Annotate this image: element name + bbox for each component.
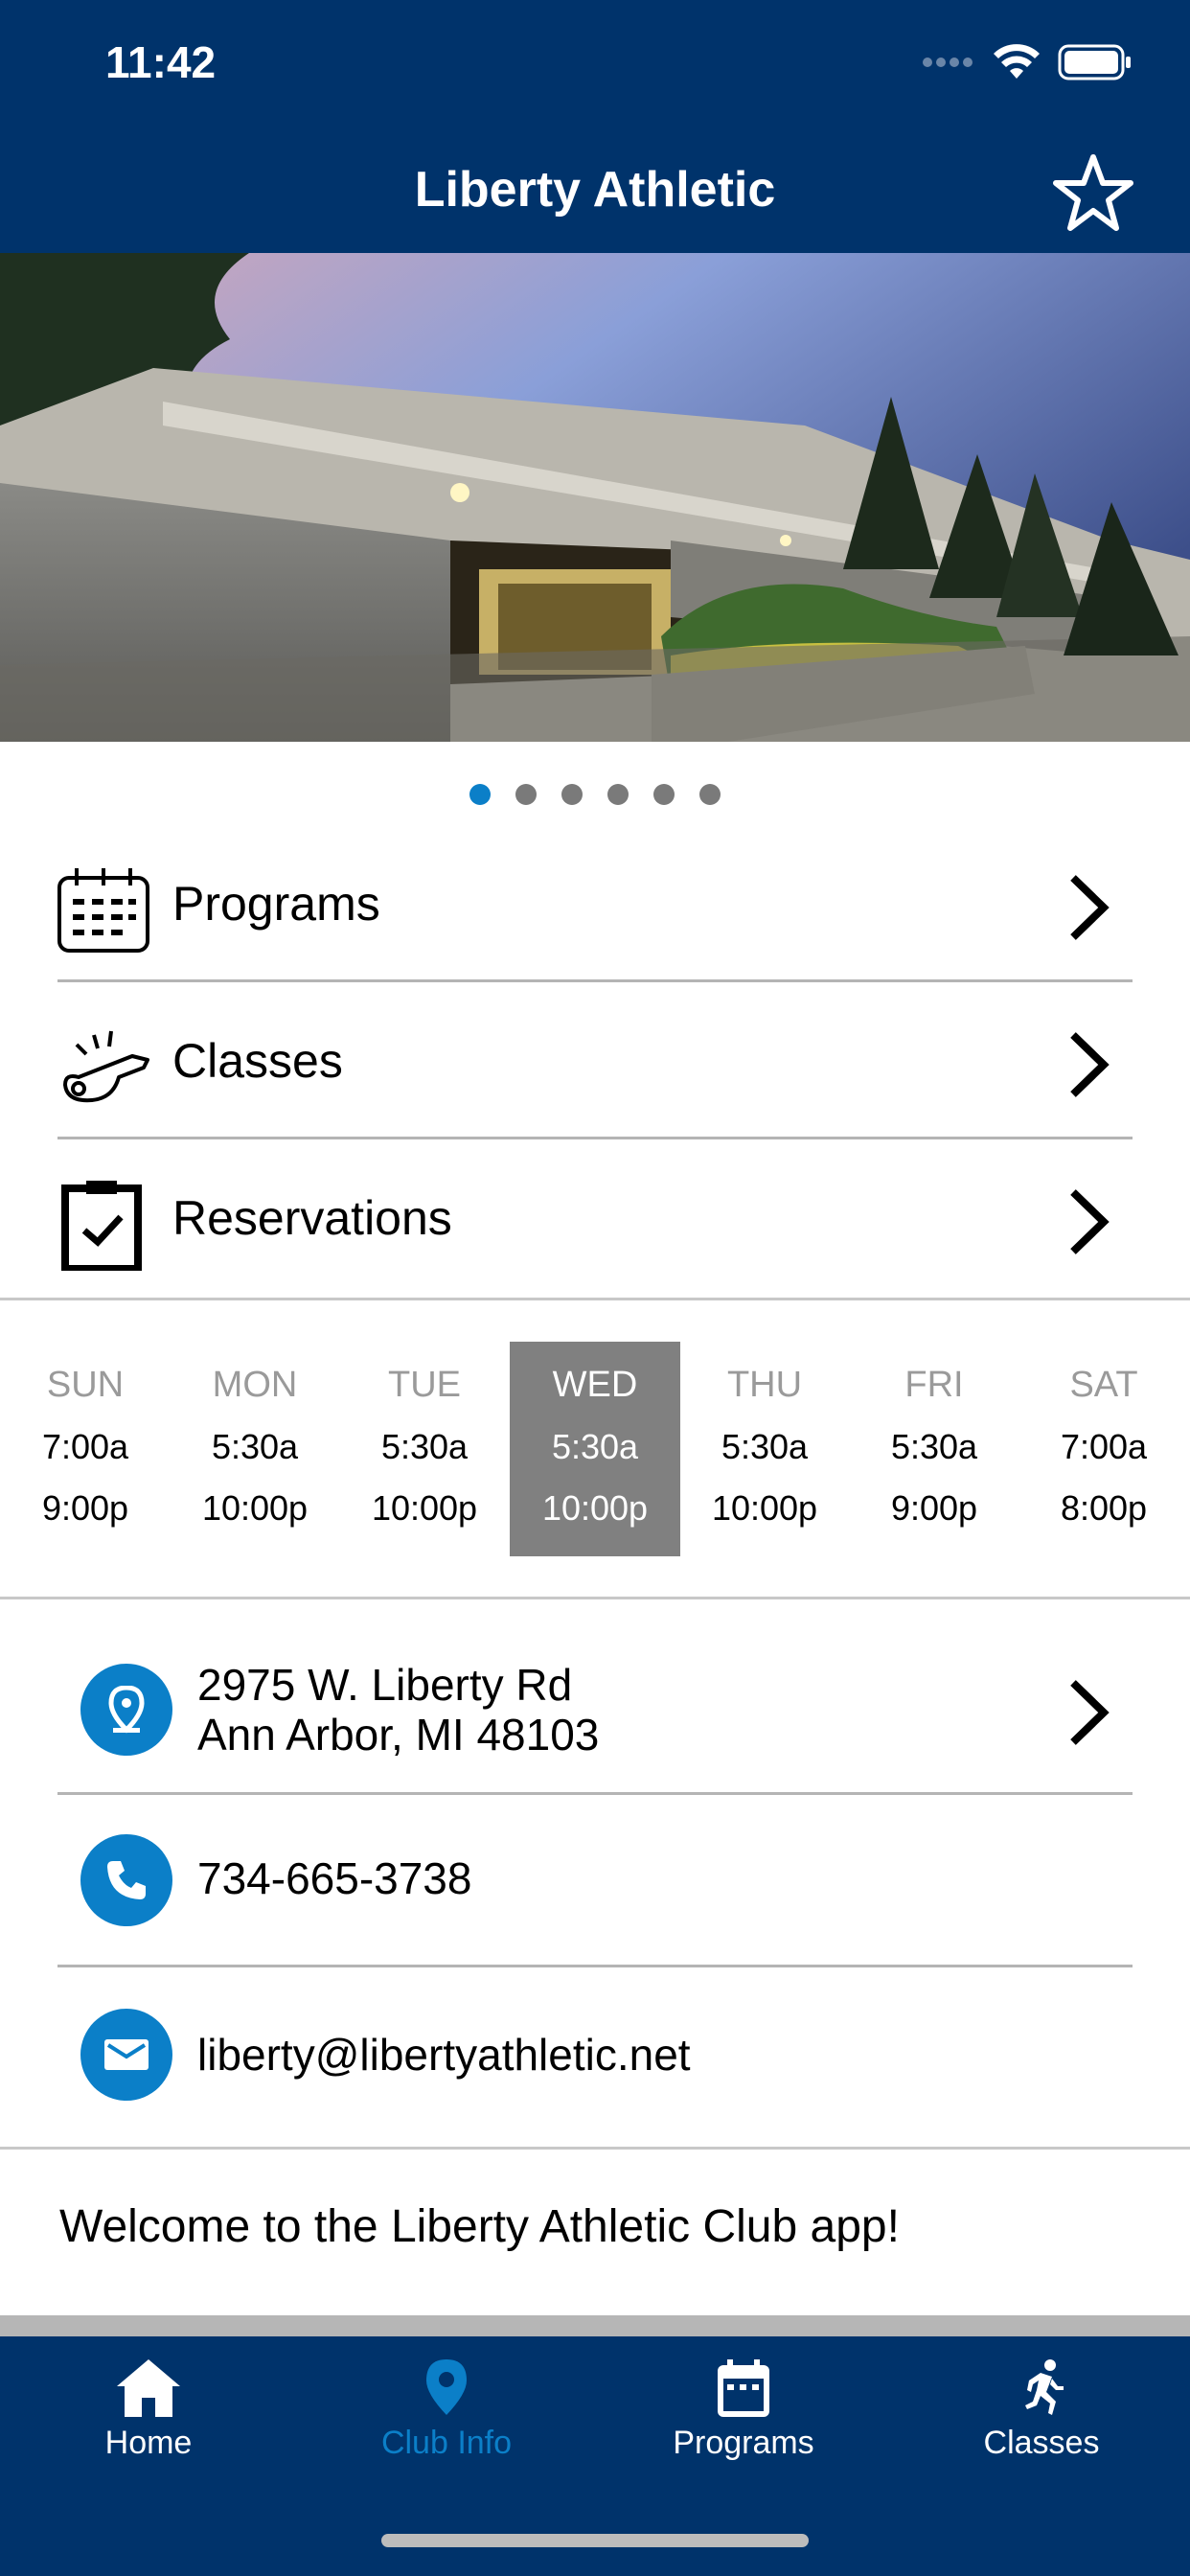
carousel-dot[interactable] [699,784,721,805]
calendar-icon [718,2359,769,2417]
carousel-dot[interactable] [561,784,583,805]
hero-image[interactable] [0,253,1190,742]
tab-programs[interactable]: Programs [595,2358,892,2462]
menu-item-classes[interactable]: Classes [0,983,1190,1140]
tab-label: Club Info [380,2425,513,2461]
divider [57,979,1133,982]
star-outline-icon[interactable] [1052,151,1134,234]
address-text: 2975 W. Liberty Rd Ann Arbor, MI 48103 [197,1660,599,1760]
open-time: 7:00a [1060,1427,1148,1466]
top-bar: 11:42 Liberty Athletic [0,0,1190,253]
close-time: 8:00p [1060,1488,1148,1528]
welcome-message: Welcome to the Liberty Athletic Club app… [59,2201,900,2252]
divider [0,1298,1190,1300]
phone-row[interactable]: 734-665-3738 [0,1796,1190,1963]
day-name: FRI [904,1365,964,1405]
status-time: 11:42 [105,37,217,87]
close-time: 9:00p [890,1488,978,1528]
home-icon [117,2359,180,2417]
day-name: WED [552,1365,638,1405]
close-time: 9:00p [41,1488,129,1528]
close-time: 10:00p [201,1488,309,1528]
hours-table: SUN 7:00a 9:00p MON 5:30a 10:00p TUE 5:3… [0,1342,1190,1556]
divider [57,1965,1133,1967]
address-row[interactable]: 2975 W. Liberty Rd Ann Arbor, MI 48103 [0,1600,1190,1792]
hours-day-sun: SUN 7:00a 9:00p [0,1342,171,1556]
clipboard-check-icon [61,1181,142,1271]
open-time: 5:30a [551,1427,639,1466]
calendar-icon [57,868,149,953]
open-time: 5:30a [890,1427,978,1466]
hours-day-mon: MON 5:30a 10:00p [170,1342,340,1556]
email-address[interactable]: liberty@libertyathletic.net [197,2030,691,2080]
menu-item-label: Classes [172,1034,343,1088]
carousel-dot[interactable] [469,784,491,805]
hours-day-wed: WED 5:30a 10:00p [510,1342,680,1556]
home-indicator[interactable] [381,2534,809,2547]
day-name: SUN [46,1365,125,1405]
open-time: 5:30a [380,1427,469,1466]
menu-item-label: Programs [172,877,380,931]
day-name: THU [726,1365,803,1405]
signal-icon [923,58,973,67]
phone-number[interactable]: 734-665-3738 [197,1853,471,1903]
carousel-dot[interactable] [653,784,675,805]
divider [57,1792,1133,1795]
address-line1: 2975 W. Liberty Rd [197,1660,573,1710]
carousel-dot[interactable] [607,784,629,805]
hours-day-sat: SAT 7:00a 8:00p [1018,1342,1189,1556]
carousel-dot[interactable] [515,784,537,805]
close-time: 10:00p [711,1488,818,1528]
tab-home[interactable]: Home [0,2358,297,2462]
hours-day-thu: THU 5:30a 10:00p [679,1342,850,1556]
chevron-right-icon [1070,1189,1110,1254]
wifi-icon [994,44,1040,79]
close-time: 10:00p [371,1488,478,1528]
divider [0,1597,1190,1599]
tab-classes[interactable]: Classes [893,2358,1190,2462]
open-time: 7:00a [41,1427,129,1466]
location-pin-icon [80,1664,172,1756]
tab-label: Classes [983,2425,1100,2461]
chevron-right-icon [1070,1032,1110,1097]
status-icons [922,44,1133,80]
tab-label: Programs [673,2425,814,2461]
day-name: MON [212,1365,298,1405]
menu-item-reservations[interactable]: Reservations [0,1140,1190,1298]
tab-club-info[interactable]: Club Info [298,2358,595,2462]
close-time: 10:00p [541,1488,649,1528]
page-title: Liberty Athletic [414,162,776,218]
address-line2: Ann Arbor, MI 48103 [197,1710,600,1760]
runner-icon [1025,2359,1064,2415]
hours-day-fri: FRI 5:30a 9:00p [849,1342,1019,1556]
open-time: 5:30a [721,1427,809,1466]
day-name: TUE [388,1365,461,1405]
whistle-icon [63,1030,149,1103]
tab-bar-divider [0,2315,1190,2336]
divider [57,1137,1133,1139]
menu-item-programs[interactable]: Programs [0,826,1190,983]
email-icon [80,2009,172,2101]
divider [0,2147,1190,2150]
menu-item-label: Reservations [172,1191,452,1245]
phone-icon [80,1834,172,1926]
carousel-pagination[interactable] [0,784,1190,805]
hours-day-tue: TUE 5:30a 10:00p [339,1342,510,1556]
day-name: SAT [1069,1365,1138,1405]
chevron-right-icon [1070,875,1110,940]
tab-label: Home [104,2425,193,2461]
chevron-right-icon [1070,1680,1110,1745]
open-time: 5:30a [211,1427,299,1466]
location-pin-icon [426,2359,467,2415]
battery-icon [1058,44,1131,80]
email-row[interactable]: liberty@libertyathletic.net [0,1968,1190,2147]
